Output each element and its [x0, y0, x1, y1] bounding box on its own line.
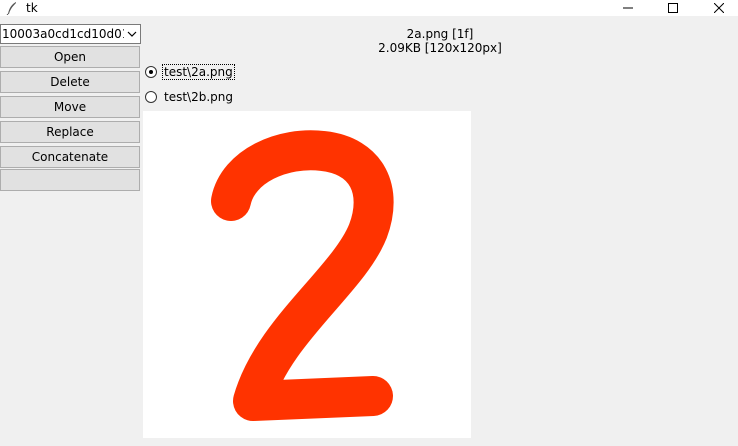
minimize-icon — [623, 7, 633, 9]
close-button[interactable] — [696, 0, 738, 16]
replace-button[interactable]: Replace — [0, 121, 140, 143]
image-preview — [143, 111, 471, 438]
radio-button[interactable] — [145, 91, 157, 103]
app-window: tk 10003a0cd1cd10d01d2̃ Open Delete Move… — [0, 0, 738, 446]
window-title: tk — [26, 1, 38, 15]
file-radio-label: test\2a.png — [162, 64, 235, 80]
blank-button[interactable] — [0, 169, 140, 191]
folder-select-value: 10003a0cd1cd10d01d2̃ — [2, 27, 124, 41]
file-radio-2b[interactable]: test\2b.png — [145, 89, 234, 105]
chevron-down-icon[interactable] — [126, 29, 138, 39]
concatenate-button[interactable]: Concatenate — [0, 146, 140, 168]
maximize-button[interactable] — [650, 0, 696, 16]
folder-select[interactable]: 10003a0cd1cd10d01d2̃ — [0, 24, 141, 44]
feather-icon — [6, 2, 16, 15]
minimize-button[interactable] — [605, 0, 651, 16]
radio-button-selected[interactable] — [145, 66, 157, 78]
delete-button[interactable]: Delete — [0, 71, 140, 93]
file-name-label: 2a.png [1f] — [406, 27, 474, 41]
title-bar[interactable]: tk — [0, 0, 738, 16]
digit-two-image — [211, 130, 394, 421]
open-button[interactable]: Open — [0, 46, 140, 68]
file-details-label: 2.09KB [120x120px] — [378, 41, 502, 55]
maximize-icon — [668, 3, 678, 13]
close-icon — [714, 3, 724, 13]
file-radio-2a[interactable]: test\2a.png — [145, 64, 235, 80]
file-radio-label: test\2b.png — [164, 90, 233, 104]
move-button[interactable]: Move — [0, 96, 140, 118]
